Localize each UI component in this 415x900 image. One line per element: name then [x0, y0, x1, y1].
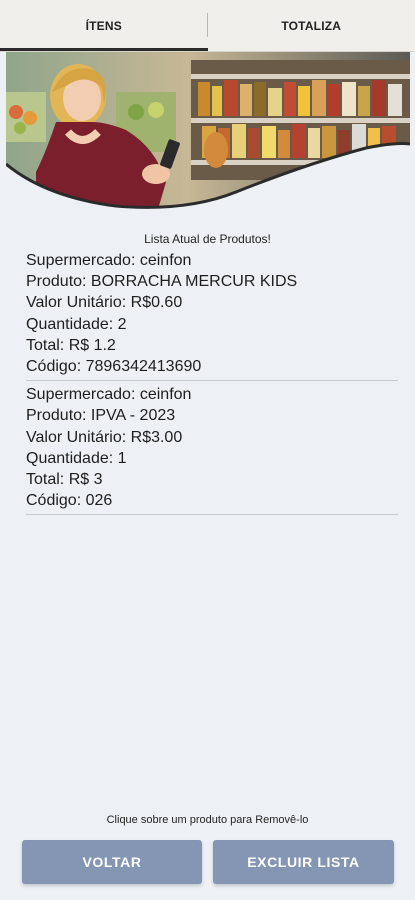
clear-list-button[interactable]: EXCLUIR LISTA — [213, 840, 394, 884]
tab-itens[interactable]: ÍTENS — [0, 0, 208, 51]
tab-totaliza-label: TOTALIZA — [281, 18, 342, 33]
product-total: Total: R$ 3 — [26, 471, 103, 489]
product-produto: Produto: BORRACHA MERCUR KIDS — [26, 273, 298, 291]
back-button[interactable]: VOLTAR — [22, 840, 202, 884]
banner-image — [6, 52, 410, 216]
product-supermercado: Supermercado: ceinfon — [26, 386, 192, 404]
list-item-product-2[interactable]: Supermercado: ceinfon Produto: IPVA - 20… — [26, 384, 398, 516]
product-valor-unitario: Valor Unitário: R$0.60 — [26, 294, 183, 312]
product-produto: Produto: IPVA - 2023 — [26, 407, 176, 425]
product-valor-unitario: Valor Unitário: R$3.00 — [26, 428, 183, 446]
product-codigo: Código: 7896342413690 — [26, 358, 202, 376]
product-total: Total: R$ 1.2 — [26, 336, 116, 354]
product-list: Supermercado: ceinfon Produto: BORRACHA … — [26, 250, 398, 518]
tab-totaliza[interactable]: TOTALIZA — [208, 0, 415, 51]
supermarket-shopper-photo-icon — [6, 52, 410, 216]
product-codigo: Código: 026 — [26, 492, 113, 510]
product-supermercado: Supermercado: ceinfon — [26, 252, 192, 269]
tab-bar: ÍTENS TOTALIZA — [0, 0, 415, 52]
list-title: Lista Atual de Produtos! — [144, 232, 271, 246]
tab-itens-label: ÍTENS — [85, 18, 122, 33]
product-quantidade: Quantidade: 2 — [26, 315, 127, 333]
remove-hint: Clique sobre um produto para Removê-lo — [106, 814, 309, 826]
product-quantidade: Quantidade: 1 — [26, 449, 127, 467]
list-item-product-1[interactable]: Supermercado: ceinfon Produto: BORRACHA … — [26, 250, 398, 382]
